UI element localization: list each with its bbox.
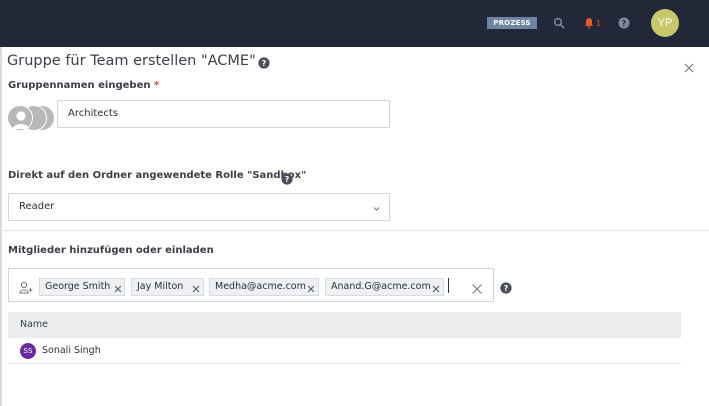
- avatar: SS: [20, 343, 36, 359]
- remove-chip-icon[interactable]: [307, 283, 315, 293]
- help-icon[interactable]: ?: [500, 279, 512, 298]
- bell-icon: [585, 18, 593, 29]
- svg-text:?: ?: [262, 59, 267, 68]
- member-chip: George Smith: [39, 278, 125, 296]
- remove-chip-icon[interactable]: [114, 283, 122, 293]
- notifications-button[interactable]: 1: [584, 15, 601, 31]
- close-icon[interactable]: [682, 60, 696, 74]
- group-name-label-text: Gruppennamen eingeben: [8, 80, 151, 91]
- group-name-value: Architects: [68, 108, 119, 119]
- members-label: Mitglieder hinzufügen oder einladen: [8, 245, 214, 256]
- role-selected-value: Reader: [19, 201, 55, 212]
- person-placeholder-icon: [7, 105, 33, 131]
- group-name-label: Gruppennamen eingeben *: [8, 80, 159, 91]
- column-header-name[interactable]: Name: [20, 312, 48, 338]
- chip-label: George Smith: [45, 281, 111, 292]
- member-chip: Medha@acme.com: [209, 278, 319, 296]
- member-chip: Jay Milton: [131, 278, 204, 296]
- chip-label: Jay Milton: [137, 281, 184, 292]
- create-group-dialog: Gruppe für Team erstellen "ACME" ? Grupp…: [0, 47, 709, 406]
- clear-icon[interactable]: [471, 280, 483, 299]
- prozess-badge[interactable]: PROZESS: [487, 17, 537, 29]
- remove-chip-icon[interactable]: [192, 283, 200, 293]
- section-divider: [2, 230, 709, 231]
- user-avatar[interactable]: YP: [651, 9, 679, 37]
- top-navigation-bar: PROZESS 1 ? YP: [0, 0, 709, 47]
- text-cursor: [448, 278, 449, 293]
- remove-chip-icon[interactable]: [432, 283, 440, 293]
- member-name: Sonali Singh: [42, 345, 101, 356]
- group-avatar-stack: [7, 105, 57, 133]
- member-chip: Anand.G@acme.com: [325, 278, 444, 296]
- svg-text:?: ?: [285, 175, 290, 184]
- svg-text:?: ?: [622, 19, 627, 28]
- help-icon[interactable]: ?: [258, 54, 270, 73]
- chip-label: Medha@acme.com: [215, 281, 306, 292]
- required-marker: *: [153, 80, 160, 91]
- members-input[interactable]: George Smith Jay Milton Medha@acme.com A…: [8, 268, 494, 302]
- notification-count: 1: [596, 18, 602, 28]
- role-select[interactable]: Reader: [8, 193, 390, 221]
- help-icon[interactable]: ?: [281, 170, 293, 189]
- role-label: Direkt auf den Ordner angewendete Rolle …: [8, 170, 307, 181]
- members-table-header: Name: [8, 312, 681, 338]
- dialog-title: Gruppe für Team erstellen "ACME": [7, 53, 256, 69]
- group-name-input[interactable]: Architects: [57, 100, 390, 128]
- add-person-icon: [19, 279, 33, 298]
- help-icon[interactable]: ?: [618, 15, 630, 31]
- svg-text:?: ?: [504, 284, 509, 293]
- chevron-down-icon: [373, 204, 380, 215]
- table-row[interactable]: SS Sonali Singh: [8, 338, 681, 364]
- chip-label: Anand.G@acme.com: [331, 281, 431, 292]
- search-icon[interactable]: [553, 15, 565, 31]
